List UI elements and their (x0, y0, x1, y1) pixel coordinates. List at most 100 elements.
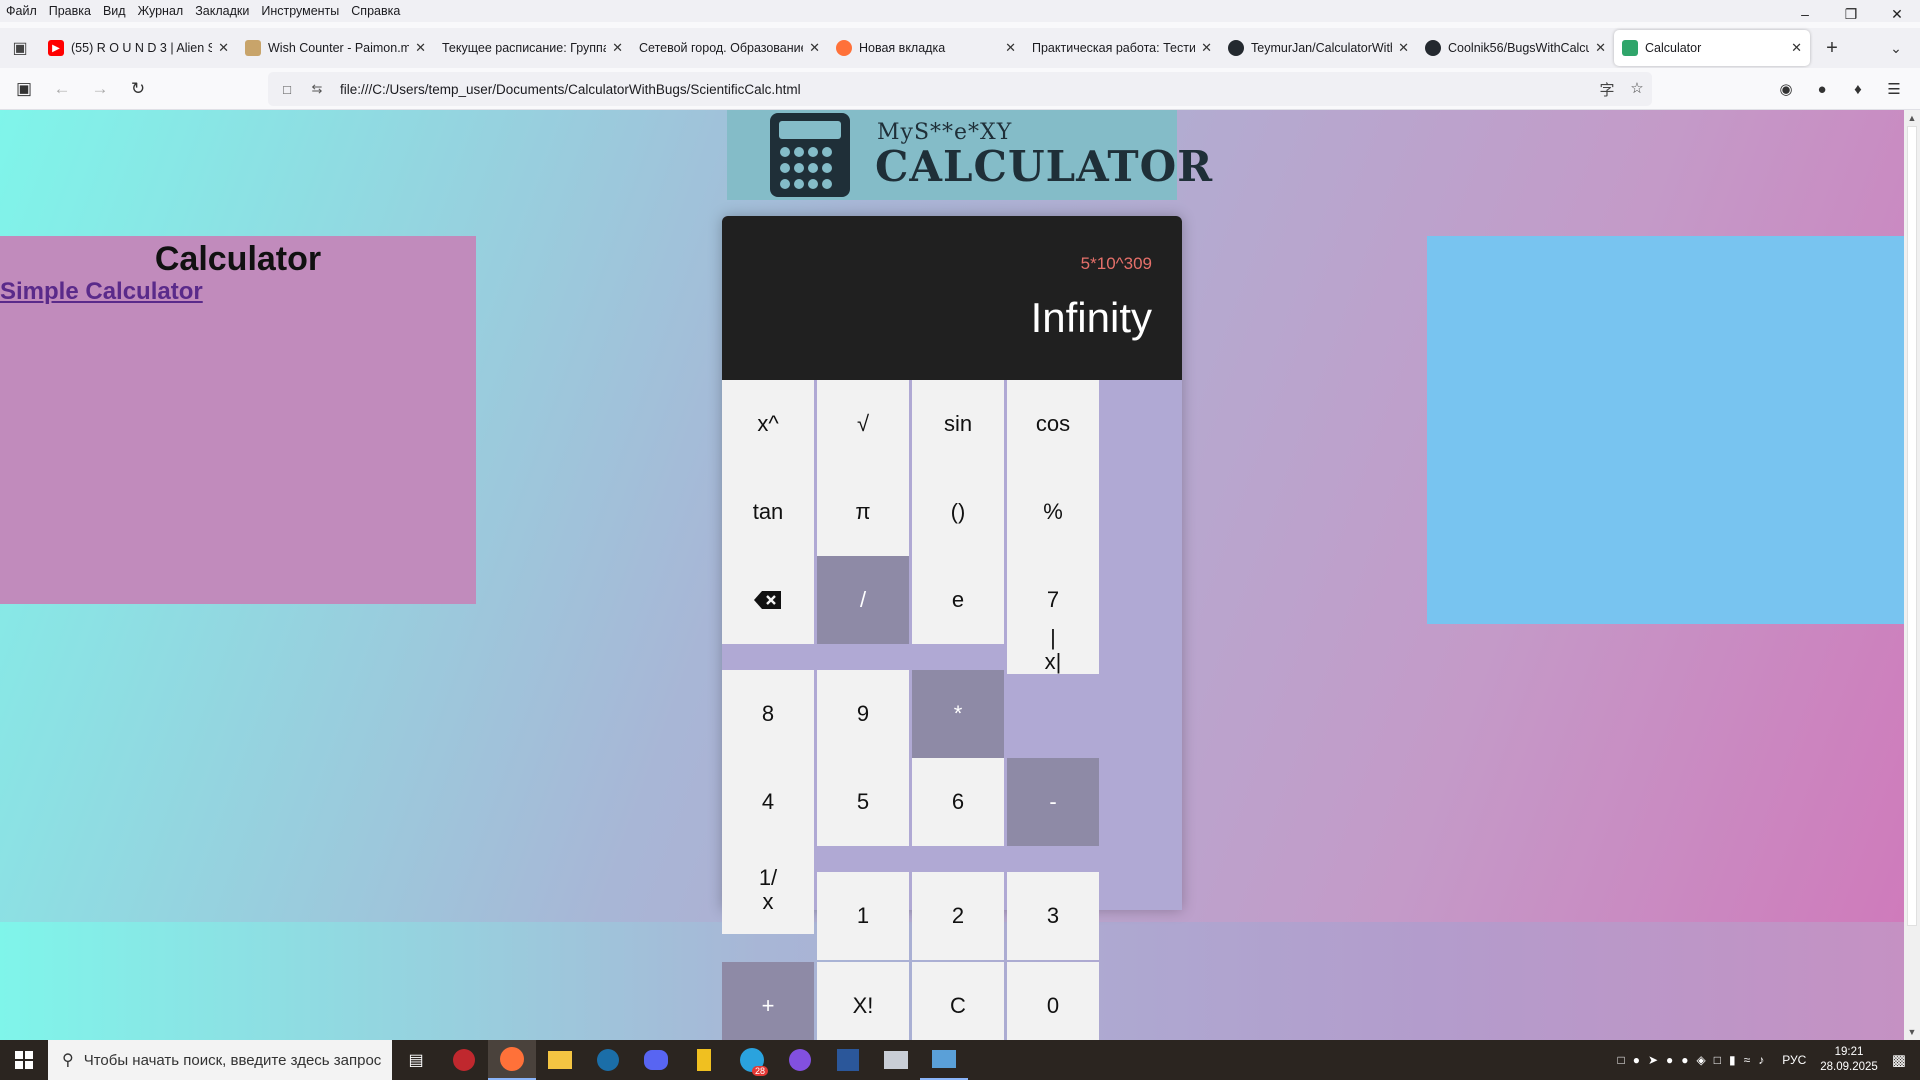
key-multiply[interactable]: * (912, 670, 1004, 758)
close-tab-icon[interactable]: ✕ (1005, 40, 1016, 56)
discord-icon[interactable] (632, 1040, 680, 1080)
menu-history[interactable]: Журнал (138, 4, 184, 18)
app-icon-red[interactable] (440, 1040, 488, 1080)
clock[interactable]: 19:21 28.09.2025 (1820, 1045, 1878, 1075)
close-window-button[interactable]: ✕ (1874, 0, 1920, 28)
search-icon: ⚲ (62, 1052, 74, 1069)
app-icon-yellow[interactable] (680, 1040, 728, 1080)
tab-list-icon[interactable]: ▣ (0, 28, 40, 68)
key-cos[interactable]: cos (1007, 380, 1099, 468)
file-explorer-icon[interactable] (536, 1040, 584, 1080)
close-tab-icon[interactable]: ✕ (1791, 40, 1802, 56)
key-sin[interactable]: sin (912, 380, 1004, 468)
tracking-protection-icon[interactable]: ⇆ (306, 81, 328, 97)
restore-button[interactable]: ❐ (1828, 0, 1874, 28)
extensions-icon[interactable]: ♦ (1840, 71, 1876, 107)
language-indicator[interactable]: РУС (1782, 1053, 1806, 1067)
bookmark-star-icon[interactable]: ☆ (1622, 79, 1652, 100)
close-tab-icon[interactable]: ✕ (218, 40, 229, 56)
tab-new[interactable]: Новая вкладка ✕ (828, 30, 1024, 66)
key-e[interactable]: e (912, 556, 1004, 644)
key-plus[interactable]: + (722, 962, 814, 1040)
key-9[interactable]: 9 (817, 670, 909, 758)
app-icon-window[interactable] (872, 1040, 920, 1080)
backspace-icon[interactable] (722, 556, 814, 644)
menu-tools[interactable]: Инструменты (261, 4, 339, 18)
chevron-down-icon[interactable]: ⌄ (1878, 30, 1914, 66)
left-panel: Calculator Simple Calculator (0, 236, 476, 604)
key-factorial[interactable]: X! (817, 962, 909, 1040)
key-parentheses[interactable]: () (912, 468, 1004, 556)
key-1[interactable]: 1 (817, 872, 909, 960)
key-5[interactable]: 5 (817, 758, 909, 846)
task-view-icon[interactable]: ▤ (392, 1040, 440, 1080)
tab-github-coolnik[interactable]: Coolnik56/BugsWithCalcula ✕ (1417, 30, 1614, 66)
close-tab-icon[interactable]: ✕ (1595, 40, 1606, 56)
simple-calculator-link[interactable]: Simple Calculator (0, 278, 203, 306)
translate-icon[interactable]: 字 (1592, 79, 1622, 100)
tab-schedule[interactable]: Текущее расписание: Группа ✕ (434, 30, 631, 66)
key-6[interactable]: 6 (912, 758, 1004, 846)
close-tab-icon[interactable]: ✕ (415, 40, 426, 56)
tab-youtube[interactable]: ▶ (55) R O U N D 3 | Alien S ✕ (40, 30, 237, 66)
tab-title: Сетевой город. Образование (639, 41, 804, 55)
tab-paimon[interactable]: Wish Counter - Paimon.mo ✕ (237, 30, 434, 66)
telegram-icon[interactable]: 28 (728, 1040, 776, 1080)
app-icon-blue-window[interactable] (920, 1040, 968, 1080)
close-tab-icon[interactable]: ✕ (809, 40, 820, 56)
menu-bookmarks[interactable]: Закладки (195, 4, 249, 18)
key-power[interactable]: x^ (722, 380, 814, 468)
key-abs-top: | (1050, 624, 1056, 650)
logo-title: CALCULATOR (875, 142, 1214, 191)
tab-github-teymur[interactable]: TeymurJan/CalculatorWithB ✕ (1220, 30, 1417, 66)
tray-icons[interactable]: □●➤●●◈□▮≈♪ (1618, 1053, 1773, 1067)
close-tab-icon[interactable]: ✕ (1398, 40, 1409, 56)
tab-practical[interactable]: Практическая работа: Тестиро ✕ (1024, 30, 1220, 66)
tab-school[interactable]: Сетевой город. Образование ✕ (631, 30, 828, 66)
key-8[interactable]: 8 (722, 670, 814, 758)
key-clear[interactable]: C (912, 962, 1004, 1040)
url-text[interactable]: file:///C:/Users/temp_user/Documents/Cal… (340, 82, 801, 97)
new-tab-icon[interactable]: + (1814, 30, 1850, 66)
key-reciprocal[interactable]: 1/ x (722, 846, 814, 934)
key-abs[interactable]: | x| (1007, 624, 1099, 674)
key-divide[interactable]: / (817, 556, 909, 644)
key-percent[interactable]: % (1007, 468, 1099, 556)
menu-edit[interactable]: Правка (49, 4, 91, 18)
key-sqrt[interactable]: √ (817, 380, 909, 468)
scroll-up-icon[interactable]: ▲ (1904, 110, 1920, 126)
close-tab-icon[interactable]: ✕ (612, 40, 623, 56)
firefox-taskbar-icon[interactable] (488, 1040, 536, 1080)
key-pi[interactable]: π (817, 468, 909, 556)
url-bar[interactable]: □ ⇆ file:///C:/Users/temp_user/Documents… (268, 72, 1652, 106)
key-0[interactable]: 0 (1007, 962, 1099, 1040)
forward-icon[interactable]: → (82, 71, 118, 107)
key-2[interactable]: 2 (912, 872, 1004, 960)
steam-icon[interactable] (584, 1040, 632, 1080)
github-desktop-icon[interactable] (776, 1040, 824, 1080)
notifications-icon[interactable]: ▩ (1892, 1051, 1906, 1069)
display-expression: 5*10^309 (1080, 254, 1152, 273)
key-minus[interactable]: - (1007, 758, 1099, 846)
screenshot-icon[interactable]: ◉ (1768, 71, 1804, 107)
minimize-button[interactable]: – (1782, 0, 1828, 28)
reload-icon[interactable]: ↻ (120, 71, 156, 107)
word-icon[interactable] (824, 1040, 872, 1080)
taskbar-search[interactable]: ⚲ Чтобы начать поиск, введите здесь запр… (48, 1040, 392, 1080)
windows-start-icon[interactable] (0, 1040, 48, 1080)
menu-icon[interactable]: ☰ (1876, 71, 1912, 107)
scroll-down-icon[interactable]: ▼ (1904, 1024, 1920, 1040)
account-icon[interactable]: ● (1804, 71, 1840, 107)
page-scrollbar[interactable]: ▲ ▼ (1904, 110, 1920, 1040)
sidebar-icon[interactable]: ▣ (6, 71, 42, 107)
tab-calculator[interactable]: Calculator ✕ (1614, 30, 1810, 66)
back-icon[interactable]: ← (44, 71, 80, 107)
scroll-thumb[interactable] (1907, 126, 1917, 926)
close-tab-icon[interactable]: ✕ (1201, 40, 1212, 56)
menu-help[interactable]: Справка (351, 4, 400, 18)
menu-view[interactable]: Вид (103, 4, 126, 18)
menu-file[interactable]: Файл (6, 4, 37, 18)
key-4[interactable]: 4 (722, 758, 814, 846)
key-tan[interactable]: tan (722, 468, 814, 556)
key-3[interactable]: 3 (1007, 872, 1099, 960)
